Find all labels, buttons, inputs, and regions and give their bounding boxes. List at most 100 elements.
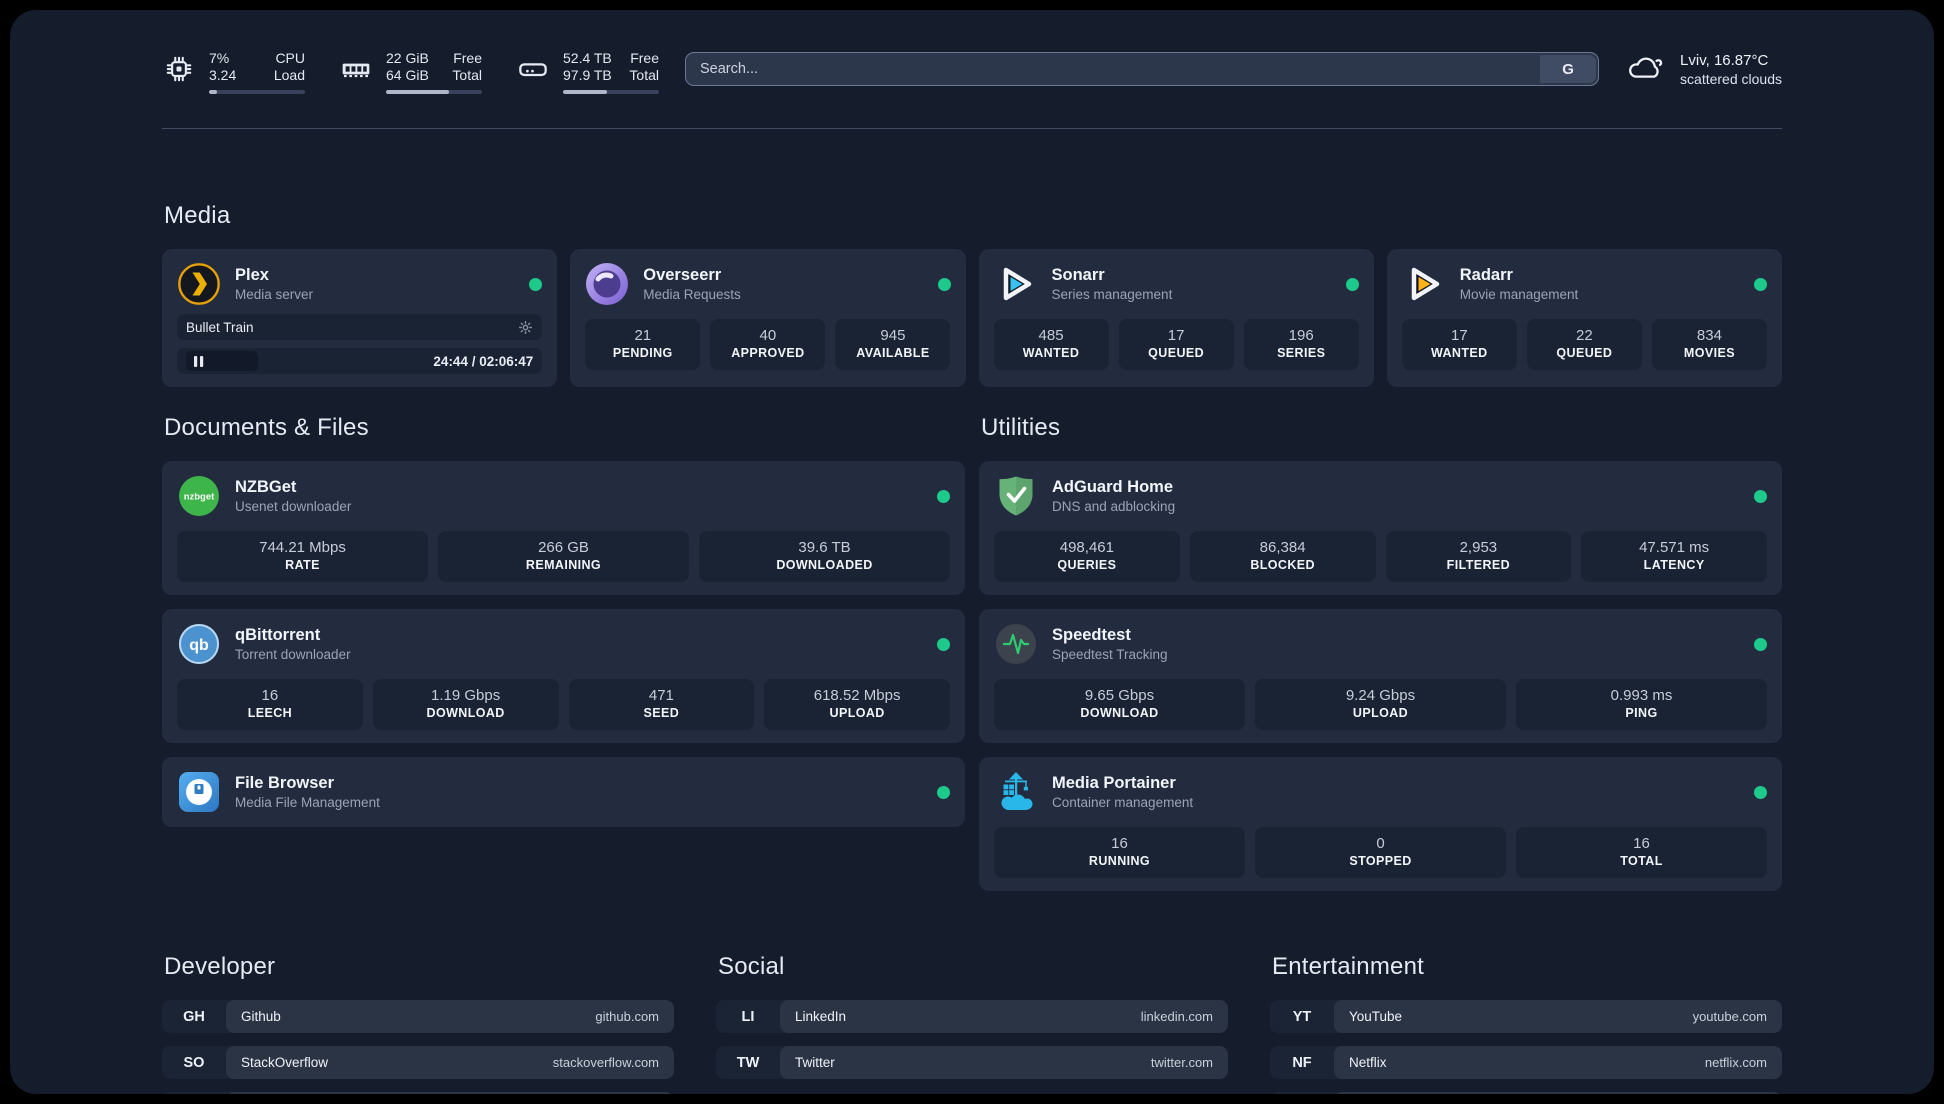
cloud-icon — [1625, 50, 1667, 89]
section-title-social: Social — [718, 953, 785, 980]
stat-tile: 16 LEECH — [177, 679, 363, 730]
card-subtitle: DNS and adblocking — [1052, 498, 1176, 514]
link-youtube[interactable]: YT YouTube youtube.com — [1270, 1000, 1782, 1033]
adguard-icon — [994, 474, 1038, 518]
card-sonarr[interactable]: Sonarr Series management 485 WANTED 17 Q… — [978, 249, 1374, 387]
stat-tile: 1.19 Gbps DOWNLOAD — [372, 679, 559, 730]
gear-icon[interactable] — [518, 320, 533, 335]
link-twitter[interactable]: TW Twitter twitter.com — [716, 1046, 1228, 1079]
weather-location-temp: Lviv, 16.87°C — [1680, 51, 1769, 69]
stat-tile: 2,953 FILTERED — [1385, 531, 1572, 582]
stat-tile: 17 WANTED — [1401, 319, 1517, 370]
stat-tile: 9.24 Gbps UPLOAD — [1255, 679, 1506, 730]
card-qbittorrent[interactable]: qb qBittorrent Torrent downloader 16 LEE… — [162, 609, 965, 743]
status-dot — [1754, 637, 1767, 651]
link-dev[interactable]: DT DEV dev.to — [162, 1092, 674, 1094]
stat-tile: 16 TOTAL — [1516, 827, 1767, 878]
dashboard-page: 7% 3.24 CPU Load 22 GiB 64 GiB Free Tota… — [10, 10, 1934, 1094]
stat-tile: 21 PENDING — [585, 319, 701, 370]
status-dot — [1754, 277, 1767, 291]
section-entertainment: Entertainment YT YouTube youtube.com NF … — [1270, 953, 1782, 1094]
cpu-stat: 7% 3.24 CPU Load — [162, 50, 305, 94]
svg-text:nzbget: nzbget — [184, 492, 215, 503]
card-title: Media Portainer — [1052, 773, 1176, 792]
disk-free-value: 52.4 TB — [563, 50, 612, 66]
search-provider-button[interactable]: G — [1540, 55, 1597, 83]
card-nzbget[interactable]: nzbget NZBGet Usenet downloader 744.21 M… — [162, 461, 965, 595]
card-portainer[interactable]: Media Portainer Container management 16 … — [979, 757, 1782, 891]
ram-free-label: Free — [453, 50, 482, 66]
section-title-utilities: Utilities — [981, 414, 1061, 441]
card-subtitle: Container management — [1052, 794, 1194, 810]
link-linkedin[interactable]: LI LinkedIn linkedin.com — [716, 1000, 1228, 1033]
top-bar: 7% 3.24 CPU Load 22 GiB 64 GiB Free Tota… — [162, 50, 1782, 94]
link-reddit[interactable]: RE Reddit reddit.com — [1270, 1092, 1782, 1094]
card-subtitle: Media server — [235, 286, 314, 302]
disk-stat: 52.4 TB 97.9 TB Free Total — [516, 50, 659, 94]
search-input[interactable] — [685, 52, 1600, 86]
stat-tile: 471 SEED — [568, 679, 755, 730]
ram-free-value: 22 GiB — [386, 50, 429, 66]
qbittorrent-icon: qb — [177, 622, 221, 666]
cpu-usage-value: 7% — [209, 50, 230, 66]
status-dot — [1754, 785, 1767, 799]
stat-tile: 9.65 Gbps DOWNLOAD — [994, 679, 1245, 730]
ram-total-value: 64 GiB — [386, 67, 429, 83]
stat-tile: 834 MOVIES — [1651, 319, 1767, 370]
card-subtitle: Media Requests — [643, 286, 741, 302]
card-title: Plex — [235, 265, 269, 284]
header-divider — [162, 128, 1782, 129]
playback-time: 24:44 / 02:06:47 — [433, 353, 534, 369]
section-media: Media Plex Media server Bullet Train 24:… — [162, 202, 1782, 387]
svg-text:qb: qb — [189, 637, 209, 654]
stat-tile: 485 WANTED — [993, 319, 1109, 370]
card-overseerr[interactable]: Overseerr Media Requests 21 PENDING 40 A… — [570, 249, 966, 387]
stat-tile: 17 QUEUED — [1118, 319, 1234, 370]
stat-tile: 744.21 Mbps RATE — [177, 531, 428, 582]
weather-widget: Lviv, 16.87°C scattered clouds — [1625, 50, 1782, 89]
cpu-usage-label: CPU — [275, 50, 305, 66]
card-subtitle: Series management — [1051, 286, 1173, 302]
card-title: Sonarr — [1051, 265, 1105, 284]
ram-icon — [339, 52, 373, 86]
status-dot — [1754, 489, 1767, 503]
stat-tile: 40 APPROVED — [710, 319, 826, 370]
section-title-documents: Documents & Files — [164, 414, 369, 441]
disk-free-label: Free — [630, 50, 659, 66]
ram-progress-bar — [386, 90, 482, 94]
disk-icon — [516, 52, 550, 86]
stat-tile: 498,461 QUERIES — [994, 531, 1180, 582]
section-documents: Documents & Files nzbget NZBGet Usenet d… — [162, 414, 965, 827]
pause-button[interactable] — [186, 351, 258, 371]
card-title: NZBGet — [235, 477, 297, 496]
link-stackoverflow[interactable]: SO StackOverflow stackoverflow.com — [162, 1046, 674, 1079]
now-playing-row: Bullet Train — [177, 314, 543, 340]
link-netflix[interactable]: NF Netflix netflix.com — [1270, 1046, 1782, 1079]
radarr-icon — [1402, 262, 1446, 306]
system-stats: 7% 3.24 CPU Load 22 GiB 64 GiB Free Tota… — [162, 50, 659, 94]
cpu-progress-bar — [209, 90, 305, 94]
card-title: File Browser — [235, 773, 335, 792]
stat-tile: 0.993 ms PING — [1516, 679, 1767, 730]
card-subtitle: Movie management — [1459, 286, 1579, 302]
stat-tile: 16 RUNNING — [994, 827, 1245, 878]
status-dot — [529, 277, 543, 291]
card-speedtest[interactable]: Speedtest Speedtest Tracking 9.65 Gbps D… — [979, 609, 1782, 743]
stat-tile: 945 AVAILABLE — [835, 319, 951, 370]
cpu-icon — [162, 52, 196, 86]
status-dot — [937, 489, 950, 503]
plex-icon — [177, 262, 221, 306]
card-subtitle: Speedtest Tracking — [1052, 646, 1168, 662]
link-github[interactable]: GH Github github.com — [162, 1000, 674, 1033]
section-title-media: Media — [164, 202, 231, 229]
card-plex[interactable]: Plex Media server Bullet Train 24:44 / 0… — [162, 249, 558, 387]
section-developer: Developer GH Github github.com SO StackO… — [162, 953, 674, 1094]
stat-tile: 86,384 BLOCKED — [1189, 531, 1376, 582]
card-adguard[interactable]: AdGuard Home DNS and adblocking 498,461 … — [979, 461, 1782, 595]
card-title: AdGuard Home — [1052, 477, 1174, 496]
card-filebrowser[interactable]: File Browser Media File Management — [162, 757, 965, 827]
speedtest-icon — [994, 622, 1038, 666]
playback-progress-row: 24:44 / 02:06:47 — [177, 348, 543, 374]
card-radarr[interactable]: Radarr Movie management 17 WANTED 22 QUE… — [1386, 249, 1782, 387]
search-bar: G — [685, 52, 1600, 86]
